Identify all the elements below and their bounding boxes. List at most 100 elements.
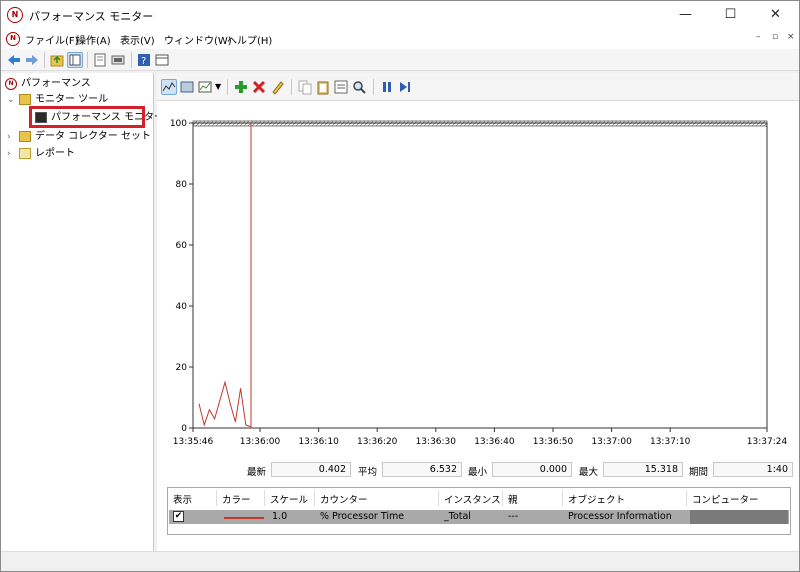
duration-value: 1:40 — [713, 462, 793, 477]
performance-icon: N — [5, 78, 17, 90]
legend-header-computer[interactable]: コンピューター — [692, 492, 759, 506]
menu-action[interactable]: 操作(A) — [76, 32, 111, 47]
x-tick-label: 13:36:40 — [474, 437, 515, 447]
chevron-right-icon[interactable]: › — [7, 129, 11, 145]
window-title: パフォーマンス モニター — [29, 10, 154, 23]
x-tick-label: 13:35:46 — [173, 437, 214, 447]
status-bar — [1, 551, 799, 571]
processor-time-chart: 100 80 60 40 20 0 13:35:46 13:36:00 13:36:10 13:3… — [170, 119, 788, 447]
mmc-view-icon[interactable] — [154, 52, 170, 68]
back-icon[interactable] — [6, 52, 22, 68]
minimum-label: 最小 — [468, 467, 488, 478]
zoom-icon[interactable] — [351, 79, 367, 95]
update-data-icon[interactable] — [397, 79, 413, 95]
perfmon-menu-icon[interactable]: N — [6, 32, 20, 46]
menu-window[interactable]: ウィンドウ(W) — [164, 32, 232, 47]
y-tick-label: 80 — [176, 180, 188, 190]
view-log-data-icon[interactable] — [179, 79, 195, 95]
x-tick-label: 13:36:30 — [416, 437, 457, 447]
latest-label: 最新 — [247, 467, 267, 478]
y-tick-label: 100 — [170, 119, 187, 129]
show-counter-checkbox[interactable]: ✔ — [173, 511, 184, 522]
delete-counter-icon[interactable] — [251, 79, 267, 95]
perfmon-app-icon: N — [7, 7, 23, 23]
legend-header-parent[interactable]: 親 — [508, 492, 518, 506]
copy-properties-icon[interactable] — [297, 79, 313, 95]
x-tick-label: 13:37:10 — [650, 437, 691, 447]
legend-header-color[interactable]: カラー — [222, 492, 251, 506]
legend-cell-instance: _Total — [444, 511, 471, 522]
highlight-icon[interactable] — [269, 79, 285, 95]
tree-label-reports: レポート — [35, 148, 75, 159]
average-value: 6.532 — [382, 462, 462, 477]
legend-header-scale[interactable]: スケール — [270, 492, 308, 506]
graph-type-dropdown-arrow[interactable]: ▼ — [215, 82, 221, 91]
graph-area: 100 80 60 40 20 0 13:35:46 13:36:00 13:36:10 13:3… — [157, 101, 799, 551]
graph-toolbar: ▼ — [157, 73, 799, 101]
selection-highlight — [29, 106, 145, 128]
maximum-value: 15.318 — [603, 462, 683, 477]
mdi-minimize-button[interactable]: – — [756, 32, 761, 42]
tree-item-data-collector-sets[interactable]: › データ コレクター セット — [7, 129, 151, 145]
up-folder-icon[interactable] — [49, 52, 65, 68]
chevron-right-icon[interactable]: › — [7, 146, 11, 162]
change-graph-type-icon[interactable] — [197, 79, 213, 95]
tree-label-data-collector-sets: データ コレクター セット — [35, 131, 151, 142]
tree-item-reports[interactable]: › レポート — [7, 146, 147, 162]
show-hide-tree-icon[interactable] — [67, 52, 83, 68]
x-tick-label: 13:36:50 — [533, 437, 574, 447]
minimum-value: 0.000 — [492, 462, 572, 477]
y-tick-label: 60 — [176, 241, 188, 251]
folder-icon — [19, 131, 31, 142]
y-tick-label: 40 — [176, 302, 188, 312]
average-label: 平均 — [358, 467, 378, 478]
menu-file[interactable]: ファイル(F) — [25, 32, 79, 47]
close-button[interactable]: ✕ — [753, 1, 798, 29]
freeze-display-icon[interactable] — [379, 79, 395, 95]
performance-monitor-pane: ▼ 100 80 60 40 20 0 13:35:46 13:36:00 13… — [157, 73, 799, 551]
legend-header-show[interactable]: 表示 — [173, 492, 192, 506]
legend-cell-parent: --- — [508, 511, 519, 522]
duration-label: 期間 — [689, 467, 709, 478]
legend-header-object[interactable]: オブジェクト — [568, 492, 625, 506]
legend-cell-object: Processor Information — [568, 511, 672, 522]
folder-icon — [19, 94, 31, 105]
counter-legend: 表示 カラー スケール カウンター インスタンス 親 オブジェクト コンピュータ… — [167, 487, 791, 535]
legend-cell-counter: % Processor Time — [320, 511, 405, 522]
series-line-processor-time — [198, 123, 252, 428]
chart-plot-frame — [192, 122, 768, 429]
report-icon — [19, 148, 31, 159]
export-icon[interactable] — [110, 52, 126, 68]
menu-view[interactable]: 表示(V) — [120, 32, 155, 47]
chevron-down-icon[interactable]: ⌄ — [7, 92, 15, 108]
title-bar: N パフォーマンス モニター — ☐ ✕ — [1, 1, 799, 29]
y-tick-label: 0 — [181, 424, 187, 434]
view-current-activity-icon[interactable] — [161, 79, 177, 95]
legend-header-instance[interactable]: インスタンス — [444, 492, 501, 506]
add-counter-icon[interactable] — [233, 79, 249, 95]
paste-counter-list-icon[interactable] — [315, 79, 331, 95]
graph-properties-icon[interactable] — [333, 79, 349, 95]
x-tick-label: 13:36:00 — [240, 437, 281, 447]
x-tick-label: 13:37:24 — [747, 437, 788, 447]
x-tick-label: 13:36:10 — [298, 437, 339, 447]
maximum-label: 最大 — [579, 467, 599, 478]
legend-header-counter[interactable]: カウンター — [320, 492, 368, 506]
main-toolbar: ? — [1, 49, 799, 71]
tree-label-performance: パフォーマンス — [21, 78, 91, 89]
mdi-close-button[interactable]: × — [787, 32, 795, 42]
maximize-button[interactable]: ☐ — [708, 1, 753, 29]
latest-value: 0.402 — [271, 462, 351, 477]
properties-icon[interactable] — [92, 52, 108, 68]
menu-help[interactable]: ヘルプ(H) — [227, 32, 272, 47]
legend-cell-scale: 1.0 — [272, 511, 288, 522]
navigation-tree: N パフォーマンス ⌄ モニター ツール パフォーマンス モニター › データ … — [1, 73, 164, 551]
counter-color-swatch — [224, 517, 264, 519]
x-tick-label: 13:37:00 — [591, 437, 632, 447]
mdi-restore-button[interactable]: ▫ — [772, 32, 778, 42]
help-icon[interactable]: ? — [136, 52, 152, 68]
minimize-button[interactable]: — — [663, 1, 708, 29]
y-tick-label: 20 — [176, 363, 188, 373]
forward-icon[interactable] — [24, 52, 40, 68]
perfmon-window: N パフォーマンス モニター — ☐ ✕ N ファイル(F) 操作(A) 表示(… — [0, 0, 800, 572]
